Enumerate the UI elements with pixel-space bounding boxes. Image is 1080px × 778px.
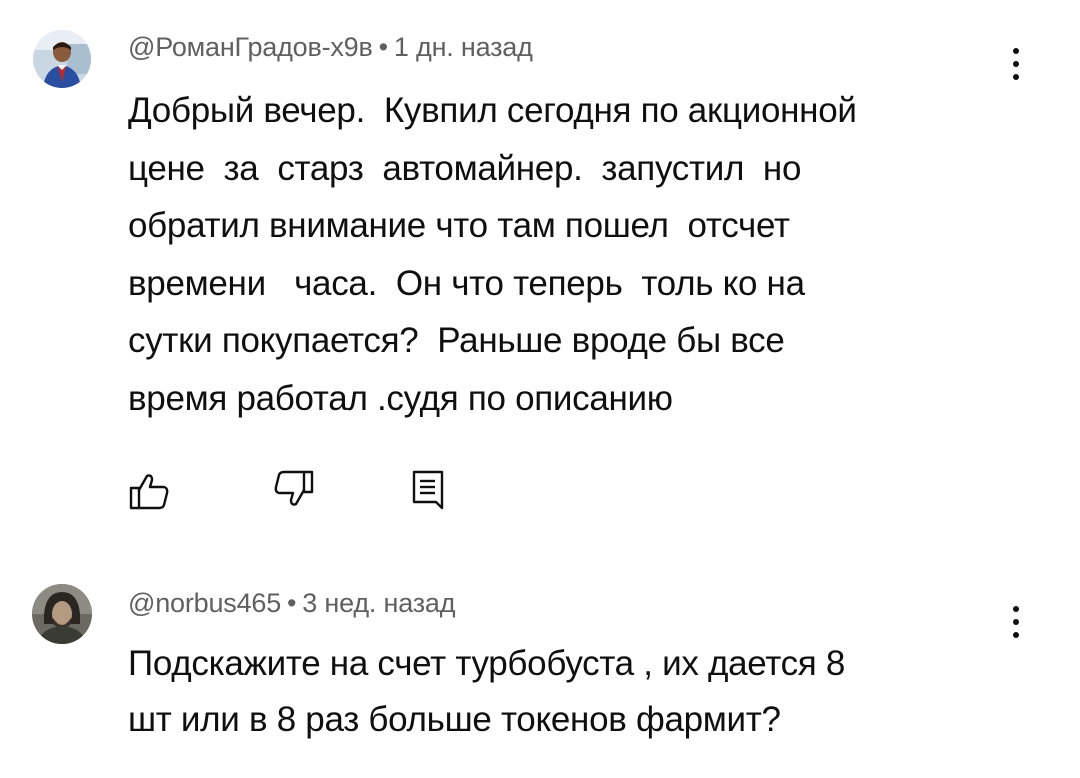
- comment-text: Добрый вечер. Кувпил сегодня по акционно…: [128, 91, 857, 418]
- comment-author[interactable]: @norbus465: [128, 588, 281, 618]
- meta-separator: •: [378, 32, 388, 62]
- comment-text: Подскажите на счет турбобуста , их даетс…: [128, 644, 846, 739]
- avatar-image: [33, 30, 91, 88]
- reply-button[interactable]: [408, 468, 452, 512]
- comment-meta: @РоманГрадов-х9в • 1 дн. назад: [128, 32, 533, 63]
- comment-time[interactable]: 3 нед. назад: [302, 588, 455, 618]
- thumbs-up-icon: [129, 474, 169, 510]
- comment-meta: @norbus465 • 3 нед. назад: [128, 588, 455, 619]
- meta-separator: •: [287, 588, 297, 618]
- avatar-image: [32, 584, 92, 644]
- thumbs-down-icon: [274, 470, 314, 506]
- avatar[interactable]: [33, 30, 91, 88]
- avatar[interactable]: [32, 584, 92, 644]
- comment-author[interactable]: @РоманГрадов-х9в: [128, 32, 373, 62]
- more-vertical-icon[interactable]: [1003, 42, 1029, 86]
- reply-comment-icon: [412, 470, 444, 510]
- like-button[interactable]: [128, 468, 172, 512]
- dislike-button[interactable]: [271, 468, 315, 512]
- comment-time[interactable]: 1 дн. назад: [394, 32, 533, 62]
